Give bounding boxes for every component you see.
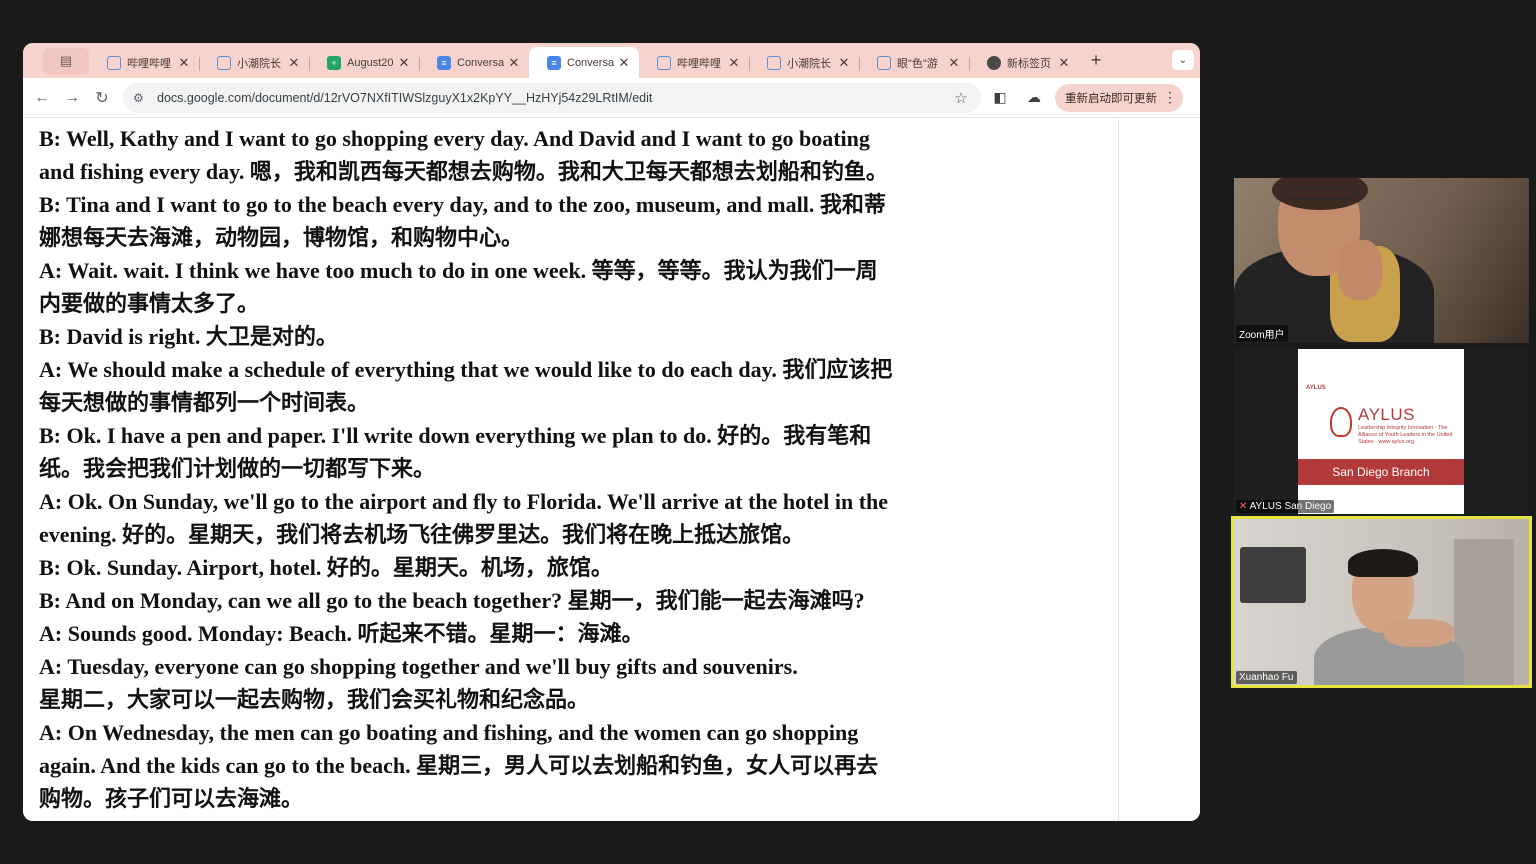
document-line: 娜想每天去海滩，动物园，博物馆，和购物中心。 [39, 225, 524, 250]
close-icon[interactable]: ✕ [287, 55, 301, 71]
document-text: B: Well, Kathy and I want to go shopping… [39, 122, 1109, 815]
document-line: A: On Wednesday, the men can go boating … [39, 720, 859, 745]
tab-bilibili-4[interactable]: 小潮院长 ✕ [749, 49, 859, 77]
back-icon[interactable]: ← [27, 84, 57, 112]
document-line: B: David is right. 大卫是对的。 [39, 324, 338, 349]
new-tab-button[interactable]: + [1083, 48, 1109, 74]
document-line: and fishing every day. 嗯，我和凯西每天都想去购物。我和大… [39, 159, 888, 184]
document-line: again. And the kids can go to the beach.… [39, 753, 879, 778]
document-line: A: Ok. On Sunday, we'll go to the airpor… [39, 489, 889, 514]
extension-icon[interactable]: ☁ [1019, 84, 1049, 112]
bilibili-icon [217, 55, 231, 70]
tab-title: 小潮院长 [787, 57, 831, 70]
tab-title: Conversa [567, 56, 615, 69]
video-person-glasses [1286, 186, 1356, 200]
tab-title: August20 [347, 56, 394, 69]
document-line: A: Sounds good. Monday: Beach. 听起来不错。星期一… [39, 621, 644, 646]
participant-video-zoom-user[interactable]: Zoom用户 [1234, 178, 1529, 343]
document-line: B: Well, Kathy and I want to go shopping… [39, 126, 870, 151]
docs-icon: ≡ [437, 55, 451, 70]
tab-bilibili-2[interactable]: 小潮院长 ✕ [199, 49, 309, 77]
document-content[interactable]: B: Well, Kathy and I want to go shopping… [23, 119, 1118, 821]
muted-mic-icon: ✕ [1239, 501, 1250, 512]
browser-window: ▤ 哔哩哔哩 ✕ 小潮院长 ✕ + August20 ✕ ≡ Conversa … [23, 43, 1200, 821]
close-icon[interactable]: ✕ [947, 55, 961, 71]
document-line: A: Tuesday, everyone can go shopping tog… [39, 654, 798, 679]
tab-docs-active[interactable]: ≡ Conversa ✕ [529, 47, 639, 78]
lightbulb-icon [1330, 407, 1352, 437]
participant-name: Zoom用户 [1236, 325, 1288, 342]
aylus-tagline: Leadership Integrity Innovation · The Al… [1358, 425, 1453, 445]
close-icon[interactable]: ✕ [727, 55, 741, 71]
aylus-logo-text: AYLUS [1358, 405, 1415, 424]
video-background-object [1240, 547, 1306, 603]
branch-banner: San Diego Branch [1298, 459, 1464, 485]
tab-strip: ▤ 哔哩哔哩 ✕ 小潮院长 ✕ + August20 ✕ ≡ Conversa … [23, 43, 1200, 78]
document-line: 纸。我会把我们计划做的一切都写下来。 [39, 456, 436, 481]
site-settings-icon[interactable]: ⚙ [133, 91, 149, 105]
document-line: 每天想做的事情都列一个时间表。 [39, 390, 370, 415]
chrome-icon [987, 55, 1001, 70]
document-line: 购物。孩子们可以去海滩。 [39, 786, 304, 811]
video-person-hand [1338, 240, 1382, 300]
docs-icon: ≡ [547, 55, 561, 70]
participant-name: ✕ AYLUS San Diego [1236, 500, 1335, 513]
close-icon[interactable]: ✕ [177, 55, 191, 71]
menu-dots-icon[interactable]: ⋮ [1163, 89, 1177, 106]
forward-icon[interactable]: → [57, 84, 87, 112]
video-person-hair [1348, 549, 1418, 577]
tab-title: 哔哩哔哩 [127, 57, 171, 70]
close-icon[interactable]: ✕ [617, 55, 631, 71]
document-line: B: Tina and I want to go to the beach ev… [39, 192, 886, 217]
aylus-small-mark: AYLUS [1306, 385, 1326, 391]
tab-docs-1[interactable]: ≡ Conversa ✕ [419, 49, 529, 77]
url-text[interactable]: docs.google.com/document/d/12rVO7NXfITIW… [157, 91, 951, 105]
participant-video-aylus[interactable]: AYLUS AYLUS Leadership Integrity Innovat… [1234, 349, 1529, 514]
aylus-logo-card: AYLUS AYLUS Leadership Integrity Innovat… [1298, 349, 1464, 514]
tab-search-icon[interactable]: ⌄ [1172, 50, 1194, 70]
bilibili-icon [767, 55, 781, 70]
close-icon[interactable]: ✕ [1057, 55, 1071, 71]
participant-name: Xuanhao Fu [1236, 671, 1297, 684]
participant-video-xuanhao-fu[interactable]: Xuanhao Fu [1231, 516, 1532, 688]
tab-title: 小潮院长 [237, 57, 281, 70]
document-line: A: Wait. wait. I think we have too much … [39, 258, 878, 283]
document-line: evening. 好的。星期天，我们将去机场飞往佛罗里达。我们将在晚上抵达旅馆。 [39, 522, 805, 547]
tab-title: 新标签页 [1007, 57, 1051, 70]
bilibili-icon [877, 55, 891, 70]
tab-sheets[interactable]: + August20 ✕ [309, 49, 419, 77]
bilibili-icon [657, 55, 671, 70]
side-panel-icon[interactable]: ◧ [985, 84, 1015, 112]
close-icon[interactable]: ✕ [397, 55, 411, 71]
bookmark-star-icon[interactable]: ☆ [951, 89, 971, 107]
tab-bilibili-3[interactable]: 哔哩哔哩 ✕ [639, 49, 749, 77]
update-button[interactable]: 重新启动即可更新 ⋮ [1055, 83, 1183, 112]
participant-name-text: AYLUS San Diego [1249, 501, 1332, 512]
update-label: 重新启动即可更新 [1065, 92, 1157, 105]
document-side-gutter [1118, 119, 1200, 821]
browser-toolbar: ← → ↻ ⚙ docs.google.com/document/d/12rVO… [23, 78, 1200, 118]
reload-icon[interactable]: ↻ [87, 84, 117, 112]
close-icon[interactable]: ✕ [507, 55, 521, 71]
bilibili-icon [107, 55, 121, 70]
tab-title: Conversa [457, 56, 505, 69]
document-line: A: We should make a schedule of everythi… [39, 357, 893, 382]
document-line: 内要做的事情太多了。 [39, 291, 260, 316]
sheets-icon: + [327, 55, 341, 70]
video-person-arm [1384, 619, 1454, 647]
document-line: 星期二，大家可以一起去购物，我们会买礼物和纪念品。 [39, 687, 590, 712]
tab-title: 哔哩哔哩 [677, 57, 721, 70]
document-line: B: And on Monday, can we all go to the b… [39, 588, 865, 613]
tab-new-tab-page[interactable]: 新标签页 ✕ [969, 49, 1079, 77]
tab-groups-icon[interactable]: ▤ [43, 47, 89, 74]
tab-title: 眼"色"游 [897, 57, 938, 70]
document-line: B: Ok. Sunday. Airport, hotel. 好的。星期天。机场… [39, 555, 613, 580]
tab-bilibili-1[interactable]: 哔哩哔哩 ✕ [89, 49, 199, 77]
document-line: B: Ok. I have a pen and paper. I'll writ… [39, 423, 872, 448]
close-icon[interactable]: ✕ [837, 55, 851, 71]
tab-bilibili-5[interactable]: 眼"色"游 ✕ [859, 49, 969, 77]
address-bar[interactable]: ⚙ docs.google.com/document/d/12rVO7NXfIT… [123, 82, 981, 113]
